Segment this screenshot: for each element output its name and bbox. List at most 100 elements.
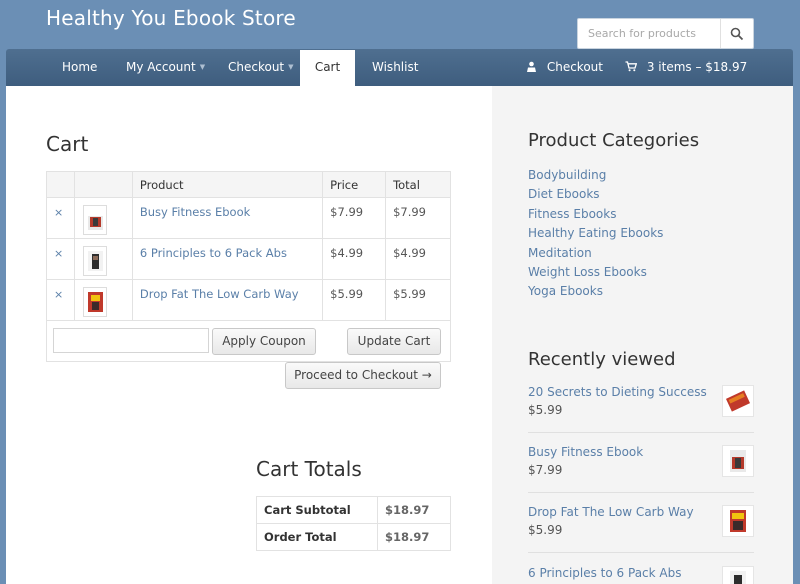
list-item: Busy Fitness Ebook $7.99: [528, 445, 754, 477]
proceed-to-checkout-button[interactable]: Proceed to Checkout →: [285, 362, 441, 389]
cart-totals-heading: Cart Totals: [256, 457, 362, 481]
nav-cart[interactable]: Cart: [300, 50, 355, 86]
column-total: Total: [385, 171, 451, 198]
divider: [528, 492, 754, 493]
user-icon: [527, 61, 536, 72]
ebook-cover-icon: [730, 571, 746, 584]
product-link[interactable]: Drop Fat The Low Carb Way: [140, 287, 299, 301]
nav-my-account[interactable]: My Account ▼: [126, 49, 205, 86]
shopping-cart-icon: [625, 61, 638, 72]
header-checkout-link[interactable]: Checkout: [526, 49, 603, 86]
product-cell: 6 Principles to 6 Pack Abs: [131, 238, 324, 280]
list-item: 20 Secrets to Dieting Success $5.99: [528, 385, 754, 417]
remove-cell: ×: [46, 238, 75, 280]
nav-cart-label: Cart: [314, 60, 341, 74]
main-content: Cart Product Price Total × Busy Fitness …: [6, 86, 492, 584]
order-total-value: $18.97: [377, 523, 451, 551]
recent-product-thumbnail[interactable]: [722, 385, 754, 417]
subtotal-row: Cart Subtotal $18.97: [256, 496, 451, 524]
search-box: [577, 18, 754, 49]
ebook-cover-icon: [87, 292, 103, 312]
remove-item-icon[interactable]: ×: [54, 206, 63, 219]
subtotal-value: $18.97: [377, 496, 451, 524]
table-row: × Drop Fat The Low Carb Way $5.99 $5.99: [46, 279, 451, 321]
ebook-cover-icon: [730, 510, 746, 532]
product-cell: Drop Fat The Low Carb Way: [131, 279, 324, 321]
search-button[interactable]: [720, 19, 753, 48]
recent-product-price: $5.99: [528, 403, 563, 417]
category-link[interactable]: Diet Ebooks: [528, 185, 663, 204]
price-cell: $4.99: [322, 238, 387, 280]
product-thumbnail[interactable]: [82, 205, 107, 235]
ebook-cover-icon: [87, 251, 103, 271]
divider: [528, 552, 754, 553]
total-cell: $4.99: [385, 238, 451, 280]
main-navigation: Home My Account ▼ Checkout ▼ Cart Wishlist…: [6, 49, 793, 86]
thumbnail-cell: [73, 279, 133, 321]
cart-totals-table: Cart Subtotal $18.97 Order Total $18.97: [256, 496, 451, 551]
column-price: Price: [322, 171, 387, 198]
recent-product-link[interactable]: Drop Fat The Low Carb Way: [528, 505, 754, 519]
product-thumbnail[interactable]: [82, 246, 107, 276]
nav-checkout-label: Checkout: [228, 60, 285, 74]
header-checkout-label: Checkout: [546, 60, 603, 74]
column-remove: [46, 171, 75, 198]
recent-product-link[interactable]: 6 Principles to 6 Pack Abs: [528, 566, 754, 580]
total-cell: $5.99: [385, 279, 451, 321]
cart-heading: Cart: [46, 132, 89, 156]
remove-cell: ×: [46, 197, 75, 239]
recent-product-thumbnail[interactable]: [722, 445, 754, 477]
product-link[interactable]: Busy Fitness Ebook: [140, 205, 250, 219]
product-categories-heading: Product Categories: [528, 130, 700, 151]
category-link[interactable]: Healthy Eating Ebooks: [528, 224, 663, 243]
nav-checkout[interactable]: Checkout ▼: [228, 49, 294, 86]
nav-home[interactable]: Home: [62, 49, 97, 86]
search-icon: [730, 27, 744, 40]
search-input[interactable]: [578, 19, 720, 48]
product-thumbnail[interactable]: [82, 287, 107, 317]
category-link[interactable]: Bodybuilding: [528, 166, 663, 185]
recent-product-link[interactable]: Busy Fitness Ebook: [528, 445, 754, 459]
column-thumbnail: [73, 171, 133, 198]
category-link[interactable]: Fitness Ebooks: [528, 205, 663, 224]
category-link[interactable]: Meditation: [528, 244, 663, 263]
product-cell: Busy Fitness Ebook: [131, 197, 324, 239]
recently-viewed-heading: Recently viewed: [528, 349, 676, 370]
cart-table-header: Product Price Total: [46, 171, 451, 198]
remove-item-icon[interactable]: ×: [54, 247, 63, 260]
category-link[interactable]: Weight Loss Ebooks: [528, 263, 663, 282]
cart-table: Product Price Total × Busy Fitness Ebook…: [46, 171, 451, 389]
chevron-down-icon: ▼: [199, 63, 206, 71]
list-item: 6 Principles to 6 Pack Abs: [528, 566, 754, 584]
apply-coupon-button[interactable]: Apply Coupon: [212, 328, 316, 355]
ebook-cover-icon: [725, 390, 751, 412]
price-cell: $5.99: [322, 279, 387, 321]
recent-product-thumbnail[interactable]: [722, 566, 754, 584]
category-list: Bodybuilding Diet Ebooks Fitness Ebooks …: [528, 166, 663, 302]
recent-product-price: $5.99: [528, 523, 563, 537]
update-cart-button[interactable]: Update Cart: [347, 328, 441, 355]
nav-wishlist-label: Wishlist: [372, 60, 419, 74]
order-total-label: Order Total: [256, 523, 378, 551]
cart-actions: Apply Coupon Update Cart Proceed to Chec…: [46, 320, 451, 389]
total-cell: $7.99: [385, 197, 451, 239]
thumbnail-cell: [73, 238, 133, 280]
category-link[interactable]: Yoga Ebooks: [528, 282, 663, 301]
price-cell: $7.99: [322, 197, 387, 239]
table-row: × Busy Fitness Ebook $7.99 $7.99: [46, 197, 451, 239]
remove-item-icon[interactable]: ×: [54, 288, 63, 301]
sidebar: Product Categories Bodybuilding Diet Ebo…: [492, 86, 793, 584]
product-link[interactable]: 6 Principles to 6 Pack Abs: [140, 246, 287, 260]
ebook-cover-icon: [87, 210, 103, 230]
recent-product-link[interactable]: 20 Secrets to Dieting Success: [528, 385, 754, 399]
column-product: Product: [131, 171, 324, 198]
subtotal-label: Cart Subtotal: [256, 496, 378, 524]
recent-product-thumbnail[interactable]: [722, 505, 754, 537]
coupon-code-input[interactable]: [53, 328, 209, 353]
recent-product-price: $7.99: [528, 463, 563, 477]
divider: [528, 432, 754, 433]
site-title[interactable]: Healthy You Ebook Store: [46, 6, 296, 30]
nav-wishlist[interactable]: Wishlist: [372, 49, 418, 86]
header-cart-summary[interactable]: 3 items – $18.97: [625, 49, 747, 86]
nav-home-label: Home: [62, 60, 98, 74]
